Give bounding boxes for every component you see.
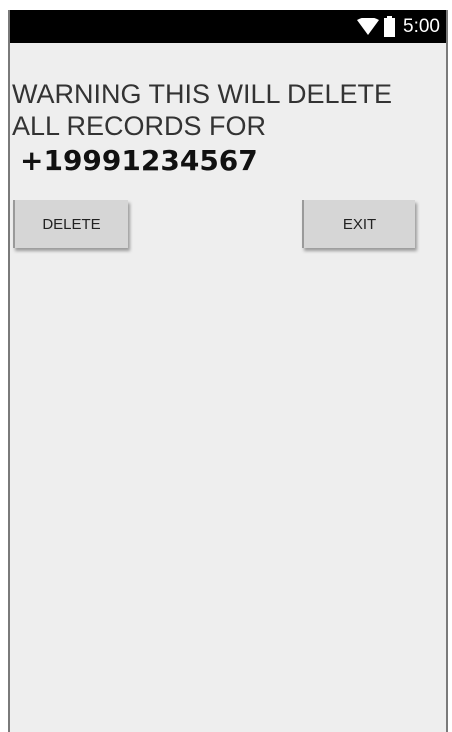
exit-button[interactable]: EXIT [302,200,415,248]
delete-button[interactable]: DELETE [13,200,128,248]
status-time: 5:00 [403,15,440,37]
warning-message: WARNING THIS WILL DELETE ALL RECORDS FOR [12,78,442,142]
warning-line-1: WARNING THIS WILL DELETE [12,79,393,109]
app-screen: 5:00 WARNING THIS WILL DELETE ALL RECORDS… [8,10,448,732]
wifi-icon [357,17,380,36]
warning-line-2: ALL RECORDS FOR [12,111,267,141]
status-icons: 5:00 [357,10,440,43]
status-bar: 5:00 [10,10,446,43]
battery-icon [384,16,396,37]
phone-number: +19991234567 [20,144,258,177]
